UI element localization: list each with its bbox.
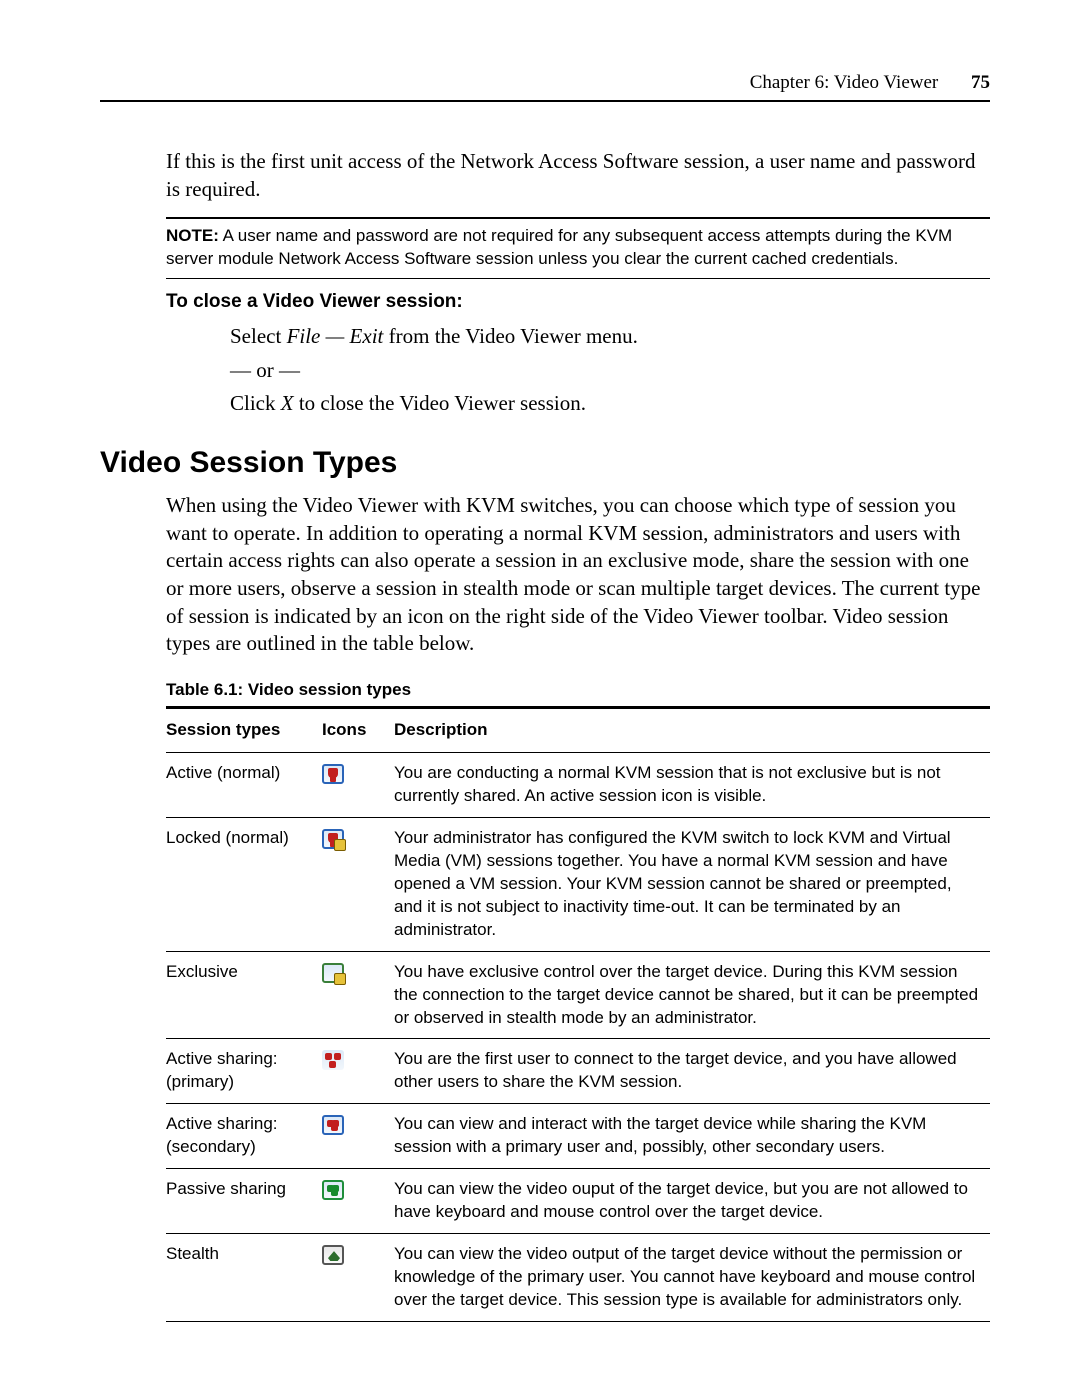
exclusive-icon [322, 963, 344, 983]
cell-type: Passive sharing [166, 1169, 322, 1234]
task-or: — or — [230, 355, 990, 387]
cell-type: Active sharing: (secondary) [166, 1104, 322, 1169]
cell-icon [322, 1169, 394, 1234]
passive-sharing-icon [322, 1180, 344, 1200]
table-row: Exclusive You have exclusive control ove… [166, 951, 990, 1039]
cell-desc: You can view and interact with the targe… [394, 1104, 990, 1169]
cell-desc: Your administrator has configured the KV… [394, 817, 990, 951]
cell-icon [322, 1039, 394, 1104]
session-types-table: Session types Icons Description Active (… [166, 709, 990, 1322]
table-row: Locked (normal) Your administrator has c… [166, 817, 990, 951]
col-icons: Icons [322, 709, 394, 752]
task-step-2: Click X to close the Video Viewer sessio… [230, 388, 990, 420]
document-page: Chapter 6: Video Viewer 75 If this is th… [0, 0, 1080, 1382]
active-sharing-primary-icon [322, 1050, 344, 1070]
col-session-types: Session types [166, 709, 322, 752]
table-row: Active sharing: (primary) You are the fi… [166, 1039, 990, 1104]
table-header-row: Session types Icons Description [166, 709, 990, 752]
task-heading: To close a Video Viewer session: [166, 291, 990, 313]
cell-desc: You are the first user to connect to the… [394, 1039, 990, 1104]
cell-icon [322, 1104, 394, 1169]
cell-type: Active (normal) [166, 753, 322, 818]
stealth-icon [322, 1245, 344, 1265]
cell-desc: You are conducting a normal KVM session … [394, 753, 990, 818]
section-paragraph: When using the Video Viewer with KVM swi… [166, 492, 990, 658]
table-row: Active sharing: (secondary) You can view… [166, 1104, 990, 1169]
table-row: Active (normal) You are conducting a nor… [166, 753, 990, 818]
step2-suffix: to close the Video Viewer session. [294, 391, 586, 415]
note-block: NOTE: A user name and password are not r… [166, 217, 990, 279]
cell-desc: You can view the video ouput of the targ… [394, 1169, 990, 1234]
locked-normal-icon [322, 829, 344, 849]
step1-em: File — Exit [287, 324, 384, 348]
step1-suffix: from the Video Viewer menu. [383, 324, 637, 348]
table-row: Stealth You can view the video output of… [166, 1234, 990, 1322]
cell-type: Stealth [166, 1234, 322, 1322]
active-sharing-secondary-icon [322, 1115, 344, 1135]
step2-prefix: Click [230, 391, 281, 415]
cell-type: Active sharing: (primary) [166, 1039, 322, 1104]
header-rule [100, 100, 990, 102]
section-heading: Video Session Types [100, 446, 990, 480]
session-types-table-wrap: Session types Icons Description Active (… [166, 706, 990, 1322]
cell-icon [322, 817, 394, 951]
active-normal-icon [322, 764, 344, 784]
table-row: Passive sharing You can view the video o… [166, 1169, 990, 1234]
cell-type: Exclusive [166, 951, 322, 1039]
cell-icon [322, 951, 394, 1039]
chapter-label: Chapter 6: Video Viewer [750, 72, 939, 93]
intro-paragraph: If this is the first unit access of the … [166, 148, 990, 203]
note-label: NOTE: [166, 226, 219, 245]
task-step-1: Select File — Exit from the Video Viewer… [230, 321, 990, 353]
col-description: Description [394, 709, 990, 752]
cell-icon [322, 1234, 394, 1322]
cell-desc: You have exclusive control over the targ… [394, 951, 990, 1039]
step1-prefix: Select [230, 324, 287, 348]
cell-desc: You can view the video output of the tar… [394, 1234, 990, 1322]
table-caption: Table 6.1: Video session types [166, 680, 990, 700]
page-number: 75 [971, 72, 990, 93]
cell-type: Locked (normal) [166, 817, 322, 951]
step2-em: X [281, 391, 294, 415]
running-header: Chapter 6: Video Viewer 75 [100, 72, 990, 94]
note-text: A user name and password are not require… [166, 226, 952, 268]
cell-icon [322, 753, 394, 818]
